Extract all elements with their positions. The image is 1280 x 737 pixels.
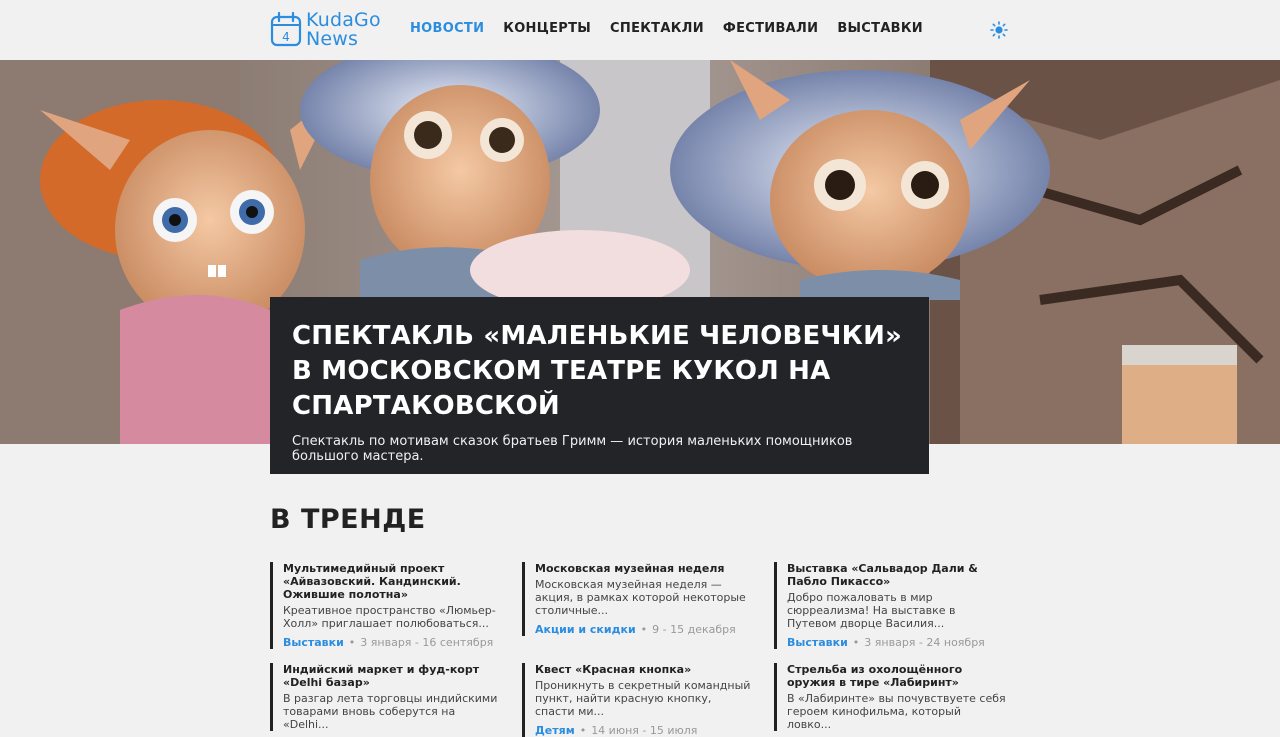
trending-item-meta: Детям • 14 июня - 15 июля xyxy=(535,724,754,737)
event-dates: 3 января - 16 сентября xyxy=(360,636,494,649)
trending-item[interactable]: Индийский маркет и фуд-корт «Delhi базар… xyxy=(270,663,502,731)
trending-item-title[interactable]: Мультимедийный проект «Айвазовский. Канд… xyxy=(283,562,502,601)
category-link[interactable]: Выставки xyxy=(283,636,344,649)
category-link[interactable]: Детям xyxy=(535,724,575,737)
logo-line-2: News xyxy=(306,28,359,50)
trending-item[interactable]: Московская музейная неделя Московская му… xyxy=(522,562,754,636)
nav-news[interactable]: НОВОСТИ xyxy=(410,21,484,36)
trending-item-text: В разгар лета торговцы индийскими товара… xyxy=(283,692,498,731)
main-nav: НОВОСТИ КОНЦЕРТЫ СПЕКТАКЛИ ФЕСТИВАЛИ ВЫС… xyxy=(410,21,942,36)
category-link[interactable]: Акции и скидки xyxy=(535,623,636,636)
nav-exhibitions[interactable]: ВЫСТАВКИ xyxy=(837,21,923,36)
calendar-logo-icon: 4 xyxy=(270,11,302,47)
trending-item[interactable]: Стрельба из охолощённого оружия в тире «… xyxy=(774,663,1006,731)
trending-item-text: Креативное пространство «Люмьер-Холл» пр… xyxy=(283,604,496,630)
hero-article-card[interactable]: Спектакль «Маленькие человечки» в Москов… xyxy=(270,297,929,474)
trending-item-text: Московская музейная неделя — акция, в ра… xyxy=(535,578,746,617)
trending-item-title[interactable]: Квест «Красная кнопка» xyxy=(535,663,754,676)
trending-item-title[interactable]: Индийский маркет и фуд-корт «Delhi базар… xyxy=(283,663,502,689)
trending-item[interactable]: Выставка «Сальвадор Дали & Пабло Пикассо… xyxy=(774,562,1006,649)
separator-dot: • xyxy=(640,623,648,636)
trending-item-meta: Акции и скидки • 9 - 15 декабря xyxy=(535,623,754,636)
separator-dot: • xyxy=(579,724,587,737)
sun-icon[interactable] xyxy=(990,21,1008,39)
separator-dot: • xyxy=(348,636,356,649)
hero-title[interactable]: Спектакль «Маленькие человечки» в Москов… xyxy=(292,319,907,424)
trending-item-text: В «Лабиринте» вы почувствуете себя герое… xyxy=(787,692,1006,731)
logo-day: 4 xyxy=(282,30,290,44)
nav-plays[interactable]: СПЕКТАКЛИ xyxy=(610,21,704,36)
event-dates: 9 - 15 декабря xyxy=(652,623,736,636)
trending-item[interactable]: Квест «Красная кнопка» Проникнуть в секр… xyxy=(522,663,754,737)
trending-item-text: Добро пожаловать в мир сюрреализма! На в… xyxy=(787,591,956,630)
logo-text: KudaGo News xyxy=(306,11,381,49)
trending-item-title[interactable]: Московская музейная неделя xyxy=(535,562,754,575)
trending-heading: В ТРЕНДЕ xyxy=(270,504,426,535)
trending-item-title[interactable]: Выставка «Сальвадор Дали & Пабло Пикассо… xyxy=(787,562,1006,588)
event-dates: 14 июня - 15 июля xyxy=(591,724,698,737)
nav-concerts[interactable]: КОНЦЕРТЫ xyxy=(503,21,591,36)
nav-festivals[interactable]: ФЕСТИВАЛИ xyxy=(723,21,818,36)
separator-dot: • xyxy=(852,636,860,649)
site-header: 4 KudaGo News НОВОСТИ КОНЦЕРТЫ СПЕКТАКЛИ… xyxy=(0,0,1280,60)
site-logo[interactable]: 4 KudaGo News xyxy=(270,10,381,50)
trending-item[interactable]: Мультимедийный проект «Айвазовский. Канд… xyxy=(270,562,502,649)
trending-item-title[interactable]: Стрельба из охолощённого оружия в тире «… xyxy=(787,663,1006,689)
trending-item-meta: Выставки • 3 января - 16 сентября xyxy=(283,636,502,649)
category-link[interactable]: Выставки xyxy=(787,636,848,649)
hero-subtitle: Спектакль по мотивам сказок братьев Грим… xyxy=(292,434,853,464)
event-dates: 3 января - 24 ноября xyxy=(864,636,985,649)
trending-item-meta: Выставки • 3 января - 24 ноября xyxy=(787,636,1006,649)
trending-item-text: Проникнуть в секретный командный пункт, … xyxy=(535,679,751,718)
